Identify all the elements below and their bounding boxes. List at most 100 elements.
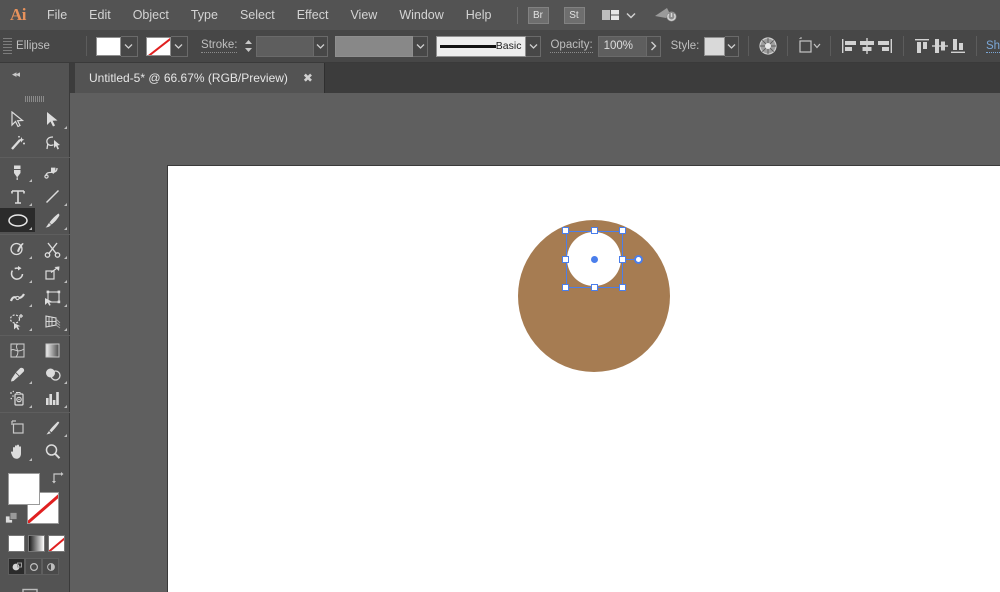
bridge-button[interactable]: Br	[528, 7, 549, 24]
draw-mode-buttons	[0, 552, 69, 575]
mesh-tool[interactable]	[0, 338, 35, 362]
selection-handle-middle-left[interactable]	[562, 256, 569, 263]
stroke-color-swatch[interactable]	[146, 37, 171, 56]
close-icon[interactable]: ✖	[302, 71, 314, 85]
brush-dropdown-arrow[interactable]	[526, 36, 540, 57]
variable-width-dropdown-arrow[interactable]	[413, 36, 427, 57]
graphic-style-swatch[interactable]	[704, 37, 725, 56]
none-fill-icon[interactable]	[48, 535, 65, 552]
blend-tool[interactable]	[35, 362, 70, 386]
curvature-tool[interactable]	[35, 160, 70, 184]
menu-select[interactable]: Select	[229, 0, 286, 30]
paintbrush-tool[interactable]	[35, 208, 70, 232]
align-right-icon[interactable]	[876, 35, 894, 57]
scissors-tool[interactable]	[35, 237, 70, 261]
app-logo: Ai	[0, 0, 36, 30]
draw-normal-icon[interactable]	[8, 558, 25, 575]
scale-tool[interactable]	[35, 261, 70, 285]
hand-tool[interactable]	[0, 439, 35, 463]
ellipse-tool[interactable]	[0, 208, 35, 232]
tools-panel-grip[interactable]	[0, 93, 69, 105]
line-segment-tool[interactable]	[35, 184, 70, 208]
draw-behind-icon[interactable]	[25, 558, 42, 575]
default-fill-stroke-icon[interactable]	[5, 512, 19, 526]
symbol-sprayer-tool[interactable]	[0, 386, 35, 410]
canvas-area[interactable]	[70, 93, 1000, 592]
artboard-tool[interactable]	[0, 415, 35, 439]
selection-handle-bottom-left[interactable]	[562, 284, 569, 291]
opacity-input[interactable]: 100%	[598, 36, 646, 57]
selection-handle-top-center[interactable]	[591, 227, 598, 234]
fill-color-swatch[interactable]	[96, 37, 121, 56]
selection-handle-middle-right[interactable]	[619, 256, 626, 263]
shape-options-label[interactable]: Sh	[986, 40, 1000, 53]
sync-settings-icon[interactable]	[654, 5, 678, 25]
align-top-icon[interactable]	[913, 35, 931, 57]
menu-file[interactable]: File	[36, 0, 78, 30]
shaper-tool[interactable]	[0, 237, 35, 261]
gradient-tool[interactable]	[35, 338, 70, 362]
style-dropdown-arrow[interactable]	[725, 36, 739, 57]
perspective-grid-tool[interactable]	[35, 309, 70, 333]
control-bar-grip[interactable]	[3, 35, 12, 57]
illustrator-window: Ai File Edit Object Type Select Effect V…	[0, 0, 1000, 592]
slice-tool[interactable]	[35, 415, 70, 439]
menu-view[interactable]: View	[339, 0, 388, 30]
recolor-artwork-icon[interactable]	[758, 35, 778, 57]
menu-type[interactable]: Type	[180, 0, 229, 30]
selection-handle-bottom-center[interactable]	[591, 284, 598, 291]
lasso-tool[interactable]	[35, 131, 70, 155]
selection-handle-top-left[interactable]	[562, 227, 569, 234]
change-screen-mode-icon[interactable]	[21, 587, 49, 592]
transform-icon[interactable]	[797, 35, 821, 57]
document-tab-bar: Untitled-5* @ 66.67% (RGB/Preview) ✖	[0, 63, 1000, 93]
stroke-weight-stepper[interactable]	[243, 36, 254, 57]
magic-wand-tool[interactable]	[0, 131, 35, 155]
stroke-weight-dropdown-arrow[interactable]	[314, 36, 328, 57]
selection-handle-top-right[interactable]	[619, 227, 626, 234]
direct-selection-tool[interactable]	[35, 107, 70, 131]
align-vertical-center-icon[interactable]	[931, 35, 949, 57]
variable-width-profile-field[interactable]	[335, 36, 413, 57]
brush-definition-field[interactable]: Basic	[436, 36, 527, 57]
color-fill-icon[interactable]	[8, 535, 25, 552]
menu-window[interactable]: Window	[388, 0, 454, 30]
align-horizontal-center-icon[interactable]	[858, 35, 876, 57]
document-tab[interactable]: Untitled-5* @ 66.67% (RGB/Preview) ✖	[75, 63, 325, 93]
align-left-icon[interactable]	[840, 35, 858, 57]
swap-fill-stroke-icon[interactable]	[51, 470, 65, 484]
rotation-widget-icon[interactable]	[634, 255, 643, 264]
fill-color-box[interactable]	[8, 473, 40, 505]
column-graph-tool[interactable]	[35, 386, 70, 410]
zoom-tool[interactable]	[35, 439, 70, 463]
selection-tool[interactable]	[0, 107, 35, 131]
chevron-down-icon[interactable]	[624, 8, 638, 22]
selection-center-point[interactable]	[591, 256, 598, 263]
collapse-panel-icon[interactable]: ◂◂	[12, 69, 19, 80]
type-tool[interactable]	[0, 184, 35, 208]
menu-help[interactable]: Help	[455, 0, 503, 30]
divider	[748, 36, 749, 56]
fill-dropdown-arrow[interactable]	[121, 36, 138, 57]
arrange-documents-icon[interactable]	[600, 8, 622, 22]
menu-object[interactable]: Object	[122, 0, 180, 30]
stroke-weight-input[interactable]	[256, 36, 314, 57]
eyedropper-tool[interactable]	[0, 362, 35, 386]
brush-stroke-preview	[440, 45, 496, 48]
pen-tool[interactable]	[0, 160, 35, 184]
brush-name-label: Basic	[496, 40, 522, 52]
opacity-options-button[interactable]	[646, 36, 661, 57]
width-tool[interactable]	[0, 285, 35, 309]
menu-effect[interactable]: Effect	[286, 0, 340, 30]
rotate-tool[interactable]	[0, 261, 35, 285]
gradient-fill-icon[interactable]	[28, 535, 45, 552]
menu-edit[interactable]: Edit	[78, 0, 122, 30]
stock-button[interactable]: St	[564, 7, 585, 24]
stroke-dropdown-arrow[interactable]	[171, 36, 188, 57]
align-bottom-icon[interactable]	[949, 35, 967, 57]
menu-divider	[517, 7, 518, 24]
selection-handle-bottom-right[interactable]	[619, 284, 626, 291]
draw-inside-icon[interactable]	[42, 558, 59, 575]
shape-builder-tool[interactable]	[0, 309, 35, 333]
free-transform-tool[interactable]	[35, 285, 70, 309]
